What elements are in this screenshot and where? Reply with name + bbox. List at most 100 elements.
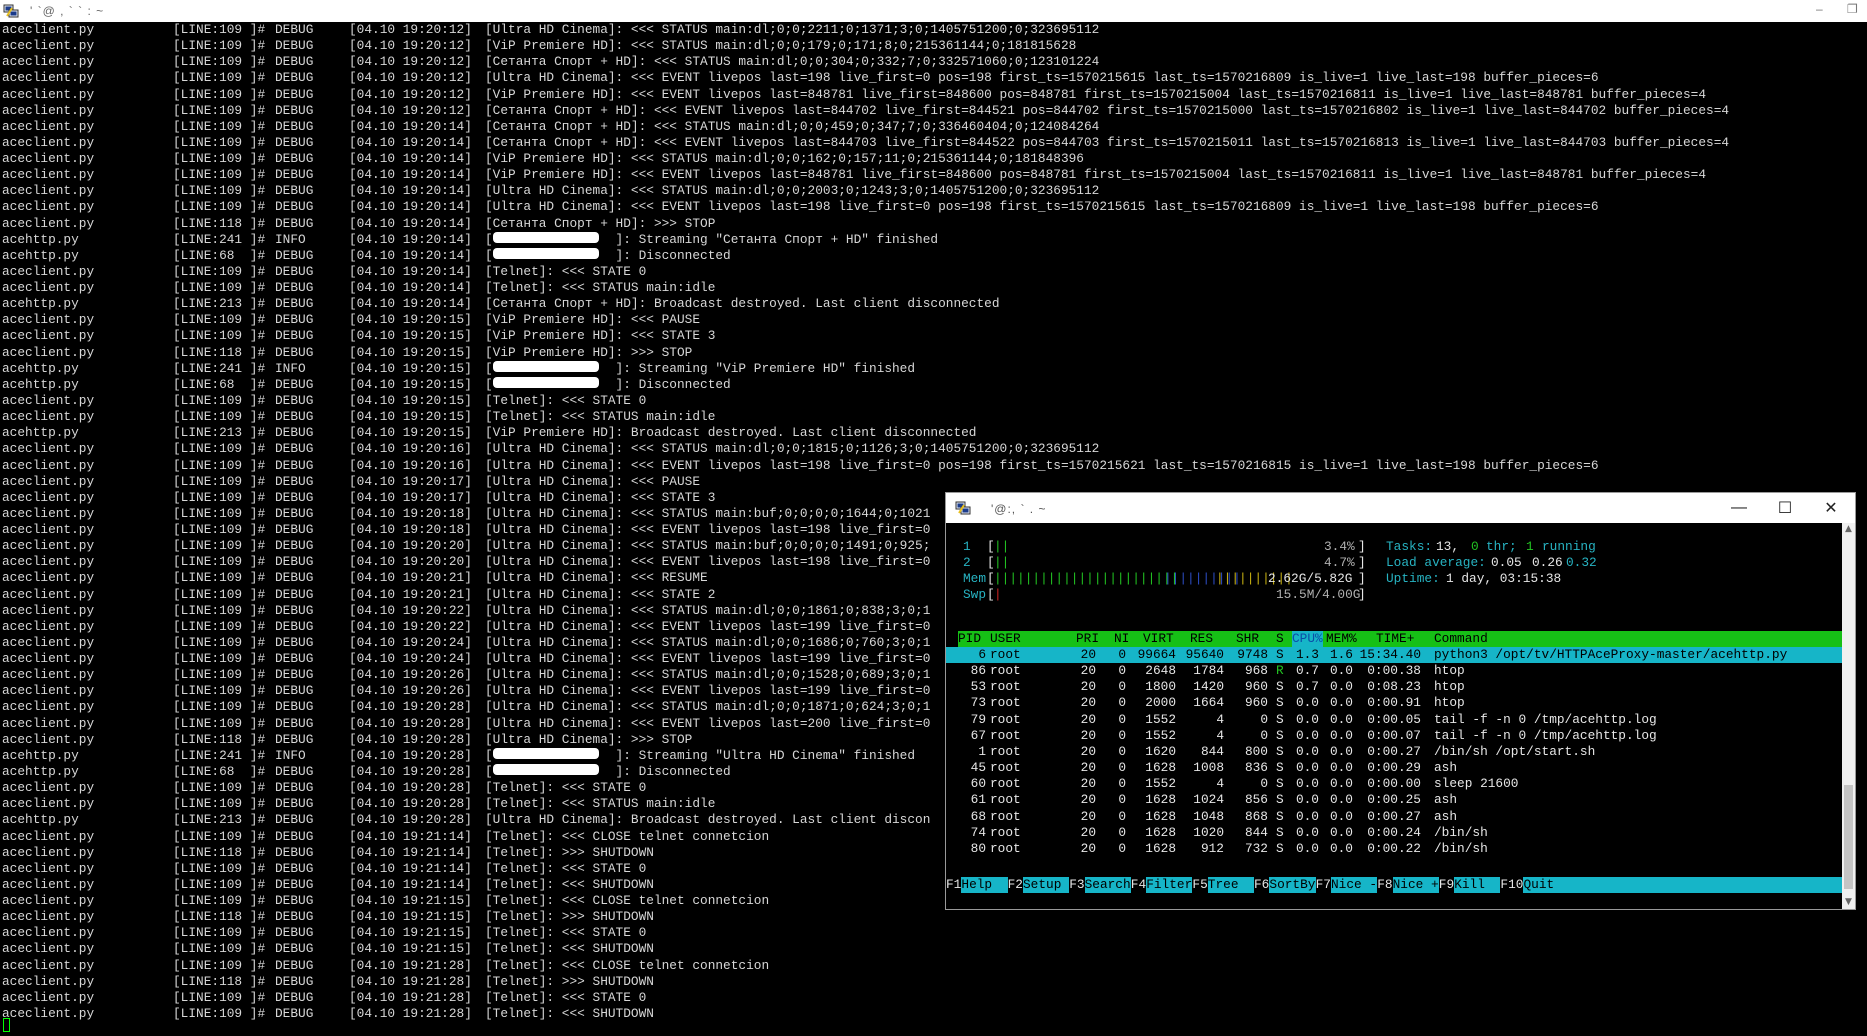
- process-row[interactable]: 80 root 20 0 1628 912 732 S 0.0 0.0 0:00.22/bin/sh: [946, 841, 1842, 857]
- process-row[interactable]: 79 root 20 0 1552 4 0 S 0.0 0.0 0:00.05 tail -f -n …: [946, 712, 1842, 728]
- log-file: acehttp.py: [2, 296, 79, 312]
- column-header-shr[interactable]: SHR: [1236, 631, 1259, 647]
- fkey-f7[interactable]: F7: [1315, 877, 1331, 893]
- fkey-label[interactable]: Kill: [1454, 877, 1500, 893]
- scroll-down-icon[interactable]: ▼: [1842, 896, 1855, 909]
- log-message: [Telnet]: <<< SHUTDOWN: [485, 876, 654, 892]
- process-row[interactable]: 53 root 20 0 1800 1420 960 S 0.7 0.0 0:08.23 htop: [946, 679, 1842, 695]
- htop-window-titlebar[interactable]: '@:, ` . ~ — ☐ ✕: [946, 493, 1855, 523]
- htop-window[interactable]: '@:, ` . ~ — ☐ ✕ 1 [ || 3.4% ] Tasks: 13…: [946, 493, 1855, 909]
- process-row[interactable]: 74 root 20 0 1628 1020 844 S 0.0 0.0 0:00.24/bin/s…: [946, 825, 1842, 841]
- scroll-up-icon[interactable]: ▲: [1842, 523, 1855, 536]
- process-user: root: [990, 840, 1021, 856]
- fkey-label[interactable]: Setup: [1023, 877, 1069, 893]
- column-header-user[interactable]: USER: [990, 631, 1021, 647]
- process-mem: 0.0: [1329, 743, 1353, 759]
- process-mem: 0.0: [1329, 792, 1353, 808]
- process-cmd: /bin/sh: [1434, 840, 1488, 856]
- process-mem: 0.0: [1329, 695, 1353, 711]
- column-header-res[interactable]: RES: [1190, 631, 1213, 647]
- htop-minimize-button[interactable]: —: [1716, 493, 1762, 523]
- fkey-label[interactable]: Search: [1085, 877, 1131, 893]
- fkey-label[interactable]: Filter: [1146, 877, 1192, 893]
- log-message: [Telnet]: <<< STATE 0: [485, 925, 647, 941]
- log-line-number: [LINE:109 ]#: [173, 667, 266, 683]
- process-row[interactable]: 6 root 20 0 99664 95640 9748 S 1.3 1.6 15:34.40 pyt…: [946, 647, 1842, 663]
- fkey-label[interactable]: Nice +: [1393, 877, 1439, 893]
- restore-button[interactable]: ❐: [1847, 2, 1858, 16]
- log-line-number: [LINE:109 ]#: [173, 457, 266, 473]
- log-level: DEBUG: [275, 167, 314, 183]
- fkey-label[interactable]: SortBy: [1269, 877, 1315, 893]
- column-header-mem[interactable]: MEM%: [1326, 631, 1357, 647]
- process-row[interactable]: 1 root 20 0 1620 844 800 S 0.0 0.0 0:00.27/bin/sh …: [946, 744, 1842, 760]
- log-timestamp: [04.10 19:20:21]: [349, 570, 472, 586]
- process-row[interactable]: 73 root 20 0 2000 1664 960 S 0.0 0.0 0:00.91 htop: [946, 695, 1842, 711]
- process-mem: 0.0: [1329, 760, 1353, 776]
- log-level: DEBUG: [275, 876, 314, 892]
- process-s: S: [1276, 727, 1284, 743]
- log-message: [Ultra HD Cinema]: <<< STATUS main:dl;0;…: [485, 634, 931, 650]
- log-level: DEBUG: [275, 473, 314, 489]
- log-file: aceclient.py: [2, 473, 95, 489]
- log-line-number: [LINE:109 ]#: [173, 925, 266, 941]
- log-level: DEBUG: [275, 392, 314, 408]
- process-user: root: [990, 824, 1021, 840]
- log-file: aceclient.py: [2, 118, 95, 134]
- htop-maximize-button[interactable]: ☐: [1762, 493, 1808, 523]
- process-row[interactable]: 61 root 20 0 1628 1024 856 S 0.0 0.0 0:00.25 ash: [946, 792, 1842, 808]
- process-row[interactable]: 67 root 20 0 1552 4 0 S 0.0 0.0 0:00.07 tail -f -n …: [946, 728, 1842, 744]
- process-row[interactable]: 60 root 20 0 1552 4 0 S 0.0 0.0 0:00.00 sleep 21600: [946, 776, 1842, 792]
- minimize-button[interactable]: –: [1816, 2, 1823, 16]
- log-timestamp: [04.10 19:20:12]: [349, 86, 472, 102]
- fkey-f8[interactable]: F8: [1377, 877, 1393, 893]
- log-message: [Telnet]: <<< CLOSE telnet connetcion: [485, 828, 770, 844]
- column-header-cpu[interactable]: CPU%: [1292, 631, 1323, 647]
- log-message: [Ultra HD Cinema]: <<< STATUS main:dl;0;…: [485, 441, 1100, 457]
- htop-scrollbar[interactable]: ▲ ▼: [1842, 523, 1855, 909]
- fkey-label[interactable]: Quit: [1524, 877, 1555, 893]
- process-table-columns[interactable]: PID USER PRI NI VIRT RES SHR S CPU% MEM% TIME+ Comm…: [946, 631, 1842, 647]
- column-header-pri[interactable]: PRI: [1076, 631, 1099, 647]
- column-header-time[interactable]: TIME+: [1376, 631, 1414, 647]
- fkey-f3[interactable]: F3: [1069, 877, 1085, 893]
- fkey-f5[interactable]: F5: [1192, 877, 1208, 893]
- log-level: DEBUG: [275, 86, 314, 102]
- log-message: [Ultra HD Cinema]: <<< STATUS main:dl;0;…: [485, 699, 931, 715]
- main-window-titlebar[interactable]: ' `@ , ` ` : ~ – ❐: [0, 0, 1867, 22]
- redacted-address: [493, 763, 599, 775]
- fkey-f10[interactable]: F10: [1500, 877, 1524, 893]
- fkey-label[interactable]: Tree: [1208, 877, 1254, 893]
- log-message: [Сетанта Спорт + HD]: <<< EVENT livepos …: [485, 134, 1730, 150]
- log-file: aceclient.py: [2, 828, 95, 844]
- log-level: DEBUG: [275, 118, 314, 134]
- log-file: aceclient.py: [2, 505, 95, 521]
- scroll-thumb[interactable]: [1844, 785, 1853, 889]
- fkey-label[interactable]: Help: [961, 877, 1007, 893]
- column-header-s[interactable]: S: [1276, 631, 1284, 647]
- column-header-command[interactable]: Command: [1434, 631, 1488, 647]
- process-row[interactable]: 86 root 20 0 2648 1784 968 R 0.7 0.0 0:00.38 htop: [946, 663, 1842, 679]
- column-header-ni[interactable]: NI: [1114, 631, 1129, 647]
- fkey-f6[interactable]: F6: [1254, 877, 1270, 893]
- fkey-f1[interactable]: F1: [946, 877, 962, 893]
- redacted-address: [493, 231, 599, 243]
- log-level: DEBUG: [275, 586, 314, 602]
- fkey-f4[interactable]: F4: [1130, 877, 1147, 893]
- process-row[interactable]: 45 root 20 0 1628 1008 836 S 0.0 0.0 0:00.29 ash: [946, 760, 1842, 776]
- fkey-f9[interactable]: F9: [1438, 877, 1455, 893]
- fkey-label[interactable]: Nice -: [1331, 877, 1377, 893]
- process-time: 0:00.25: [1367, 792, 1421, 808]
- column-header-pid[interactable]: PID: [958, 631, 981, 647]
- process-row[interactable]: 68 root 20 0 1628 1048 868 S 0.0 0.0 0:00.27 ash: [946, 809, 1842, 825]
- fkey-f2[interactable]: F2: [1007, 877, 1023, 893]
- log-file: aceclient.py: [2, 780, 95, 796]
- column-header-virt[interactable]: VIRT: [1143, 631, 1174, 647]
- process-virt: 1628: [1145, 808, 1176, 824]
- log-line-number: [LINE:109 ]#: [173, 312, 266, 328]
- log-file: aceclient.py: [2, 844, 95, 860]
- log-line-number: [LINE:109 ]#: [173, 602, 266, 618]
- htop-close-button[interactable]: ✕: [1808, 493, 1854, 523]
- log-level: DEBUG: [275, 860, 314, 876]
- htop-screen[interactable]: 1 [ || 3.4% ] Tasks: 13, 0 thr; 1 runnin…: [946, 523, 1842, 909]
